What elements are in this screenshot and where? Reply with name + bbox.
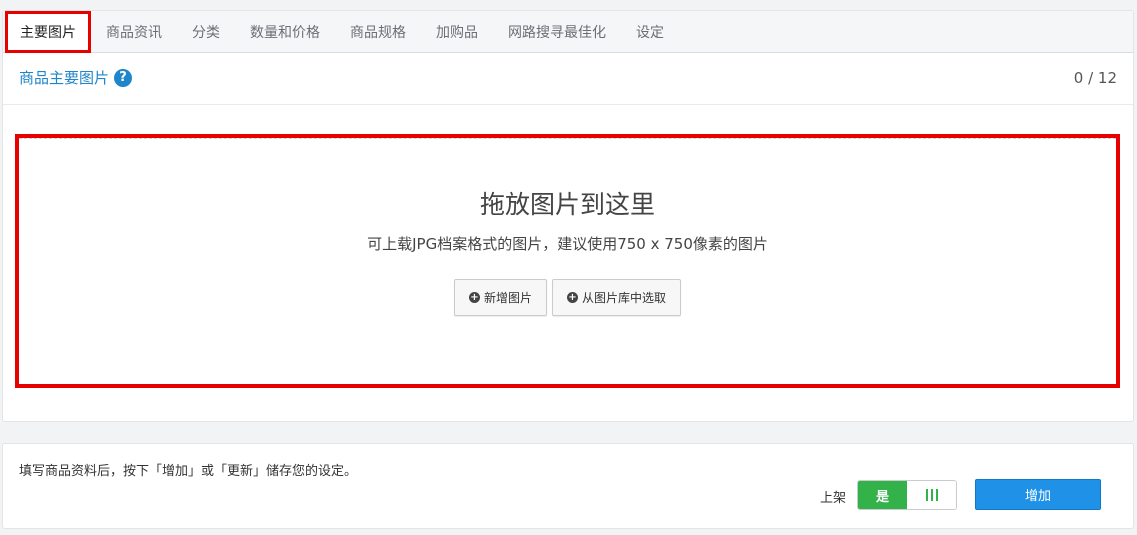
tab-bar: 主要图片 商品资讯 分类 数量和价格 商品规格 加购品 网路搜寻最佳化 设定 — [3, 11, 1133, 53]
drop-zone-description: 可上载JPG档案格式的图片，建议使用750 x 750像素的图片 — [367, 235, 768, 253]
drop-zone-title: 拖放图片到这里 — [479, 190, 655, 219]
tab-seo[interactable]: 网路搜寻最佳化 — [493, 11, 621, 53]
toggle-yes-option[interactable]: 是 — [858, 481, 907, 509]
drop-zone-buttons: + 新增图片 + 从图片库中选取 — [19, 279, 1116, 316]
select-from-library-label: 从图片库中选取 — [582, 291, 667, 305]
section-title-text: 商品主要图片 — [19, 69, 110, 87]
tab-settings[interactable]: 设定 — [621, 11, 679, 53]
tab-product-info[interactable]: 商品资讯 — [91, 11, 177, 53]
tab-addons[interactable]: 加购品 — [421, 11, 493, 53]
section-title: 商品主要图片 ? — [19, 67, 133, 88]
main-panel: 主要图片 商品资讯 分类 数量和价格 商品规格 加购品 网路搜寻最佳化 设定 商… — [2, 10, 1134, 422]
image-counter: 0 / 12 — [1073, 69, 1117, 87]
listing-label: 上架 — [820, 491, 847, 506]
tab-category[interactable]: 分类 — [177, 11, 235, 53]
toggle-off-option[interactable] — [907, 481, 956, 509]
plus-circle-icon: + — [567, 291, 578, 303]
select-from-library-button[interactable]: + 从图片库中选取 — [552, 279, 682, 316]
drop-zone-inner: 拖放图片到这里 可上载JPG档案格式的图片，建议使用750 x 750像素的图片… — [19, 138, 1116, 384]
listing-toggle[interactable]: 是 — [857, 480, 957, 510]
add-button[interactable]: 增加 — [975, 479, 1101, 510]
footer-note: 填写商品资料后，按下「增加」或「更新」储存您的设定。 — [19, 464, 358, 479]
help-icon[interactable]: ? — [114, 68, 133, 87]
footer-panel: 填写商品资料后，按下「增加」或「更新」储存您的设定。 上架 是 增加 — [2, 443, 1134, 529]
tab-main-image[interactable]: 主要图片 — [5, 11, 91, 53]
tab-specifications[interactable]: 商品规格 — [335, 11, 421, 53]
section-header: 商品主要图片 ? 0 / 12 — [3, 53, 1133, 105]
toggle-bars-icon — [925, 489, 938, 501]
plus-circle-icon: + — [468, 291, 480, 303]
add-image-button[interactable]: + 新增图片 — [453, 279, 547, 316]
image-drop-zone[interactable]: 拖放图片到这里 可上载JPG档案格式的图片，建议使用750 x 750像素的图片… — [15, 134, 1120, 388]
add-image-label: 新增图片 — [483, 291, 532, 305]
tab-quantity-price[interactable]: 数量和价格 — [235, 11, 335, 53]
